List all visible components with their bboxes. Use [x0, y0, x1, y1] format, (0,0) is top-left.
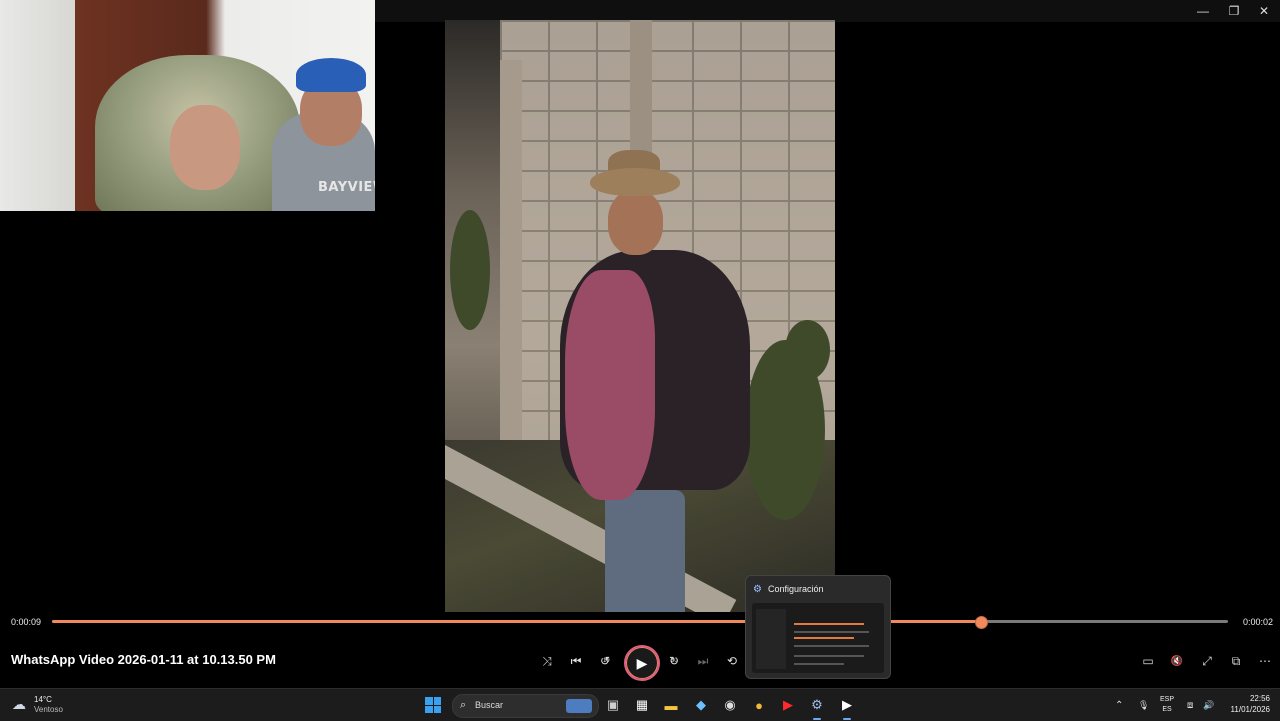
windows-logo-icon	[433, 705, 441, 713]
next-icon: ⏭	[697, 653, 709, 668]
taskbar-app-task-view[interactable]: ▣	[604, 696, 622, 714]
rewind-icon: ↺ 10	[600, 654, 610, 668]
search-placeholder: Buscar	[475, 700, 504, 710]
taskbar-app-copilot[interactable]: ◆	[692, 696, 710, 714]
restore-button[interactable]: ❐	[1219, 0, 1249, 22]
rewind-button[interactable]: ↺ 10	[594, 650, 616, 672]
mute-button[interactable]: 🔇	[1166, 650, 1188, 672]
obs-icon: ◉	[724, 697, 736, 712]
taskbar-app-store[interactable]: ▦	[633, 696, 651, 714]
preview-sidebar	[756, 609, 786, 669]
taskbar-app-media-player[interactable]: ▶	[838, 696, 856, 714]
seek-bar-thumb[interactable]	[975, 616, 989, 629]
search-icon: ⌕	[460, 699, 467, 711]
preview-line	[794, 631, 869, 633]
cast-icon: ⧉	[1231, 653, 1241, 668]
youtube-icon: ▶	[783, 697, 793, 712]
file-explorer-icon: ▬	[664, 697, 678, 713]
weather-icon[interactable]: ☁	[12, 696, 26, 713]
clock-time[interactable]: 22:56	[1230, 694, 1270, 703]
previous-button[interactable]: ⏮	[565, 650, 587, 672]
volume-icon[interactable]: 🔊	[1203, 689, 1214, 721]
taskbar-app-settings[interactable]: ⚙	[808, 696, 826, 714]
forward-icon: ↻ 30	[669, 654, 679, 668]
webcam-overlay: BAYVIEW	[0, 0, 375, 211]
video-person-legs	[605, 490, 685, 612]
webcam-cap	[296, 58, 366, 92]
cast-button[interactable]: ⧉	[1225, 650, 1247, 672]
task-view-icon: ▣	[606, 697, 620, 712]
weather-condition[interactable]: Ventoso	[34, 705, 63, 714]
start-button[interactable]	[425, 697, 441, 713]
keyboard-layout: ES	[1162, 706, 1172, 713]
microphone-icon[interactable]: 🎙	[1138, 689, 1149, 721]
language-code: ESP	[1160, 696, 1175, 703]
chrome-icon: ●	[755, 697, 763, 713]
network-icon[interactable]: ⧈	[1187, 689, 1193, 721]
video-pillar	[500, 60, 522, 450]
video-person-hat-brim	[590, 168, 680, 196]
previous-icon: ⏮	[570, 653, 582, 668]
taskbar-app-youtube[interactable]: ▶	[779, 696, 797, 714]
rewind-seconds-label: 10	[602, 658, 610, 664]
seek-bar[interactable]	[52, 616, 1228, 629]
store-icon: ▦	[635, 697, 649, 712]
preview-line	[794, 623, 864, 625]
taskbar-app-obs[interactable]: ◉	[721, 696, 739, 714]
video-cactus	[450, 210, 490, 330]
windows-logo-icon	[425, 697, 433, 705]
elapsed-time: 0:00:09	[11, 617, 42, 627]
windows-logo-icon	[425, 705, 433, 713]
preview-line	[794, 645, 869, 647]
play-icon: ▶	[636, 654, 648, 671]
clock-date[interactable]: 11/01/2026	[1226, 705, 1270, 714]
taskbar-app-chrome[interactable]: ●	[750, 696, 768, 714]
preview-line	[794, 637, 854, 639]
next-button[interactable]: ⏭	[692, 650, 714, 672]
taskbar-preview-popup[interactable]: ⚙ Configuración	[745, 575, 891, 679]
media-player-icon: ▶	[842, 697, 852, 712]
media-title: WhatsApp Video 2026-01-11 at 10.13.50 PM	[11, 652, 276, 667]
video-cactus	[785, 320, 830, 380]
taskbar-search[interactable]: ⌕ Buscar	[452, 694, 599, 718]
taskbar-app-file-explorer[interactable]: ▬	[662, 696, 680, 714]
play-button[interactable]: ▶	[624, 645, 660, 681]
windows-logo-icon	[433, 697, 441, 705]
shuffle-button[interactable]: ⤨	[536, 650, 558, 672]
more-icon: ⋯	[1259, 654, 1271, 668]
repeat-icon: ⟲	[726, 654, 738, 668]
preview-line	[794, 663, 844, 665]
copilot-icon: ◆	[696, 697, 706, 712]
fullscreen-icon: ⤢	[1202, 653, 1212, 668]
more-options-button[interactable]: ⋯	[1254, 650, 1276, 672]
repeat-button[interactable]: ⟲	[721, 650, 743, 672]
remaining-time: 0:00:02	[1243, 617, 1274, 627]
language-indicator[interactable]: ESP ES	[1160, 695, 1174, 715]
miniplayer-icon: ▭	[1142, 654, 1154, 668]
preview-line	[794, 655, 864, 657]
tray-chevron-icon[interactable]: ⌃	[1115, 689, 1123, 721]
webcam-face	[170, 105, 240, 190]
popup-title: Configuración	[768, 584, 824, 594]
settings-icon: ⚙	[753, 584, 762, 595]
video-frame[interactable]	[445, 20, 835, 612]
miniplayer-button[interactable]: ▭	[1137, 650, 1159, 672]
search-highlight-icon	[566, 699, 592, 713]
shuffle-icon: ⤨	[542, 653, 552, 668]
fullscreen-button[interactable]: ⤢	[1196, 650, 1218, 672]
window-preview-thumbnail[interactable]	[752, 603, 884, 673]
taskbar: ☁ 14°C Ventoso ⌕ Buscar ▣ ▦ ▬ ◆ ◉ ● ▶ ⚙ ▶ ⌃ 🎙 ES…	[0, 688, 1280, 721]
video-person-head	[608, 190, 663, 255]
video-person-shirt	[565, 270, 655, 500]
mute-icon: 🔇	[1170, 655, 1184, 667]
close-button[interactable]: ✕	[1249, 0, 1279, 22]
forward-button[interactable]: ↻ 30	[663, 650, 685, 672]
webcam-shirt-text: BAYVIEW	[318, 180, 375, 195]
settings-icon: ⚙	[811, 697, 823, 712]
weather-temperature[interactable]: 14°C	[34, 695, 52, 704]
minimize-button[interactable]: —	[1188, 0, 1218, 22]
forward-seconds-label: 30	[670, 658, 678, 664]
